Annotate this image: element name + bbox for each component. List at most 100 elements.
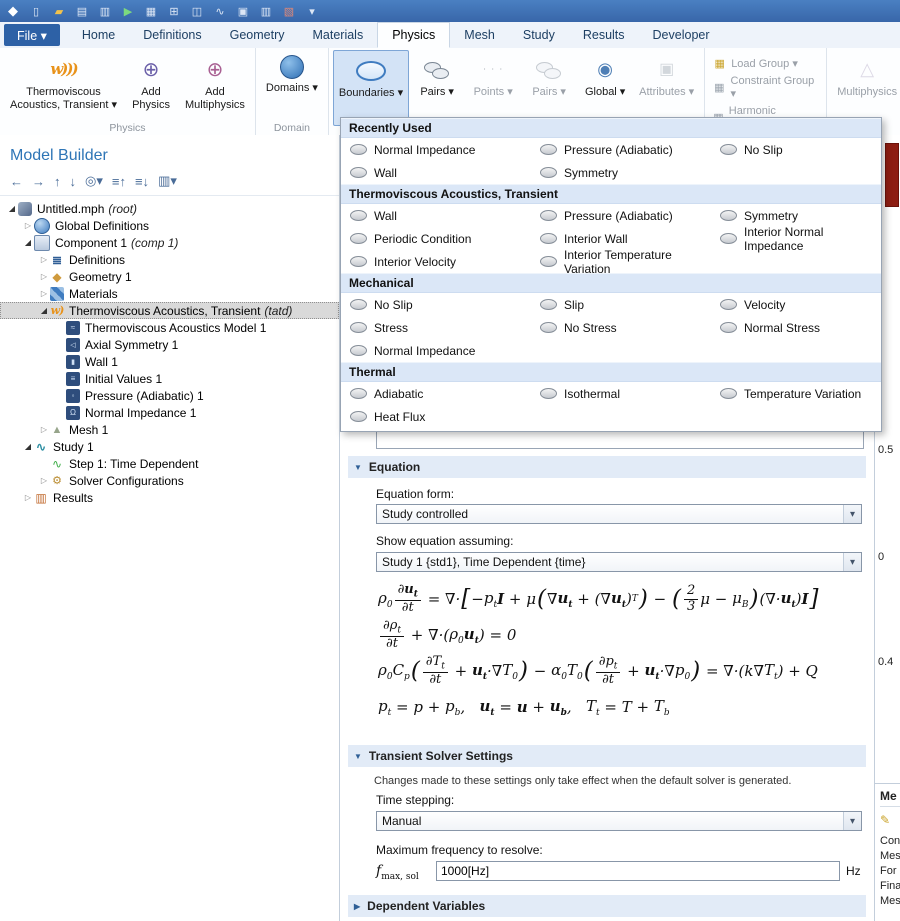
add-multiphysics-button[interactable]: AddMultiphysics [179, 50, 251, 126]
menu-item[interactable]: Wall [341, 161, 531, 184]
menu-item[interactable]: Isothermal [531, 382, 711, 405]
tree-node-mesh-1[interactable]: Mesh 1 [0, 421, 339, 438]
tree-settings-icon[interactable]: ▥▾ [158, 173, 177, 189]
expand-all-icon[interactable]: ≡↓ [135, 174, 149, 189]
equation-form-select[interactable]: Study controlled ▾ [376, 504, 862, 524]
tree-node-wall-1[interactable]: Wall 1 [0, 353, 339, 370]
tree-expander-icon[interactable] [38, 255, 50, 264]
tree-node-pressure-adiabatic-1[interactable]: Pressure (Adiabatic) 1 [0, 387, 339, 404]
move-up-icon[interactable]: ↑ [54, 174, 61, 189]
menu-item[interactable]: Symmetry [531, 161, 711, 184]
tree-expander-icon[interactable] [22, 493, 34, 502]
menu-item[interactable]: Normal Impedance [341, 339, 531, 362]
dropdown-arrow-icon[interactable]: ▾ [843, 553, 861, 571]
global-button[interactable]: Global ▾ [577, 50, 633, 126]
tree-expander-icon[interactable] [22, 238, 34, 247]
add-component-icon[interactable]: ◫ [189, 3, 205, 19]
tree-node-geometry-1[interactable]: Geometry 1 [0, 268, 339, 285]
multiphysics-button[interactable]: Multiphysics [831, 50, 900, 126]
menu-item[interactable]: Interior Velocity [341, 250, 531, 273]
menu-item[interactable]: Interior Normal Impedance [711, 227, 881, 250]
menu-item[interactable]: Velocity [711, 293, 881, 316]
ribbon-tab[interactable]: Materials [299, 22, 378, 48]
tree-node-results[interactable]: Results [0, 489, 339, 506]
dropdown-arrow-icon[interactable]: ▾ [843, 812, 861, 830]
menu-item[interactable]: Periodic Condition [341, 227, 531, 250]
build-mesh-icon[interactable]: ▦ [143, 3, 159, 19]
tree-node-materials[interactable]: Materials [0, 285, 339, 302]
transient-solver-section-header[interactable]: ▼ Transient Solver Settings [348, 745, 866, 767]
tree-node-thermoviscous-acoustics-transient[interactable]: Thermoviscous Acoustics, Transient (tatd… [0, 302, 339, 319]
pencil-icon[interactable]: ✎ [880, 813, 900, 827]
ribbon-tab[interactable]: Results [569, 22, 639, 48]
tree-node-root[interactable]: Untitled.mph (root) [0, 200, 339, 217]
add-physics-button[interactable]: AddPhysics [123, 50, 179, 126]
menu-item[interactable]: Normal Stress [711, 316, 881, 339]
constraint-group-item[interactable]: ▦ Constraint Group ▾ [713, 75, 818, 100]
save-icon[interactable]: ▤ [74, 3, 90, 19]
back-icon[interactable]: ← [10, 174, 23, 189]
move-down-icon[interactable]: ↓ [70, 174, 77, 189]
ribbon-tab[interactable]: Definitions [129, 22, 215, 48]
ribbon-tab[interactable]: Mesh [450, 22, 509, 48]
open-folder-icon[interactable]: ▰ [51, 3, 67, 19]
table-icon[interactable]: ▥ [258, 3, 274, 19]
menu-item[interactable]: Adiabatic [341, 382, 531, 405]
tree-node-normal-impedance-1[interactable]: Normal Impedance 1 [0, 404, 339, 421]
ribbon-tab[interactable]: Geometry [216, 22, 299, 48]
add-study-icon[interactable]: ∿ [212, 3, 228, 19]
points-button[interactable]: Points ▾ [465, 50, 521, 126]
domains-button[interactable]: Domains ▾ [260, 50, 324, 126]
windows-layout-icon[interactable]: ▣ [235, 3, 251, 19]
boundaries-button[interactable]: Boundaries ▾ [333, 50, 409, 126]
thermoviscous-acoustics-button[interactable]: ThermoviscousAcoustics, Transient ▾ [4, 50, 123, 126]
new-file-icon[interactable]: ▯ [28, 3, 44, 19]
tree-node-step-1-time-dependent[interactable]: Step 1: Time Dependent [0, 455, 339, 472]
tree-node-global-definitions[interactable]: Global Definitions [0, 217, 339, 234]
ribbon-tab[interactable]: Home [68, 22, 129, 48]
forward-icon[interactable]: → [32, 174, 45, 189]
show-options-icon[interactable]: ◎▾ [85, 173, 103, 189]
menu-item[interactable]: Stress [341, 316, 531, 339]
tree-expander-icon[interactable] [38, 306, 50, 315]
ribbon-tab[interactable]: Developer [639, 22, 724, 48]
attributes-button[interactable]: Attributes ▾ [633, 50, 700, 126]
tree-node-initial-values-1[interactable]: Initial Values 1 [0, 370, 339, 387]
stop-icon[interactable]: ▧ [281, 3, 297, 19]
tree-expander-icon[interactable] [22, 442, 34, 451]
tree-node-thermoviscous-acoustics-model-1[interactable]: Thermoviscous Acoustics Model 1 [0, 319, 339, 336]
dropdown-arrow-icon[interactable]: ▾ [843, 505, 861, 523]
tree-expander-icon[interactable] [22, 221, 34, 230]
equation-section-header[interactable]: ▼ Equation [348, 456, 866, 478]
max-frequency-input[interactable] [436, 861, 840, 881]
compact-history-icon[interactable]: ▥ [97, 3, 113, 19]
menu-item[interactable]: No Slip [341, 293, 531, 316]
dependent-variables-section-header[interactable]: ▶ Dependent Variables [348, 895, 866, 917]
menu-item[interactable]: Wall [341, 204, 531, 227]
show-equation-select[interactable]: Study 1 {std1}, Time Dependent {time} ▾ [376, 552, 862, 572]
menu-item[interactable]: Normal Impedance [341, 138, 531, 161]
menu-item[interactable]: Heat Flux [341, 405, 531, 428]
ribbon-tab[interactable]: Physics [377, 22, 450, 48]
tree-node-study-1[interactable]: Study 1 [0, 438, 339, 455]
tree-expander-icon[interactable] [6, 204, 18, 213]
tree-node-definitions[interactable]: Definitions [0, 251, 339, 268]
file-menu-button[interactable]: File ▾ [4, 24, 60, 46]
tree-node-component-1[interactable]: Component 1 (comp 1) [0, 234, 339, 251]
pairs-2-button[interactable]: Pairs ▾ [521, 50, 577, 126]
load-group-item[interactable]: ▦ Load Group ▾ [713, 57, 818, 70]
menu-item[interactable]: Temperature Variation [711, 382, 881, 405]
menu-item[interactable]: No Slip [711, 138, 881, 161]
menu-item[interactable]: Slip [531, 293, 711, 316]
menu-item[interactable]: No Stress [531, 316, 711, 339]
run-icon[interactable]: ▶ [120, 3, 136, 19]
toolbar-options-icon[interactable]: ▾ [304, 3, 320, 19]
time-stepping-select[interactable]: Manual ▾ [376, 811, 862, 831]
tree-expander-icon[interactable] [38, 476, 50, 485]
tree-expander-icon[interactable] [38, 272, 50, 281]
compute-icon[interactable]: ⊞ [166, 3, 182, 19]
tree-node-solver-configurations[interactable]: Solver Configurations [0, 472, 339, 489]
collapse-all-icon[interactable]: ≡↑ [112, 174, 126, 189]
menu-item[interactable]: Interior Temperature Variation [531, 250, 711, 273]
menu-item[interactable]: Pressure (Adiabatic) [531, 204, 711, 227]
